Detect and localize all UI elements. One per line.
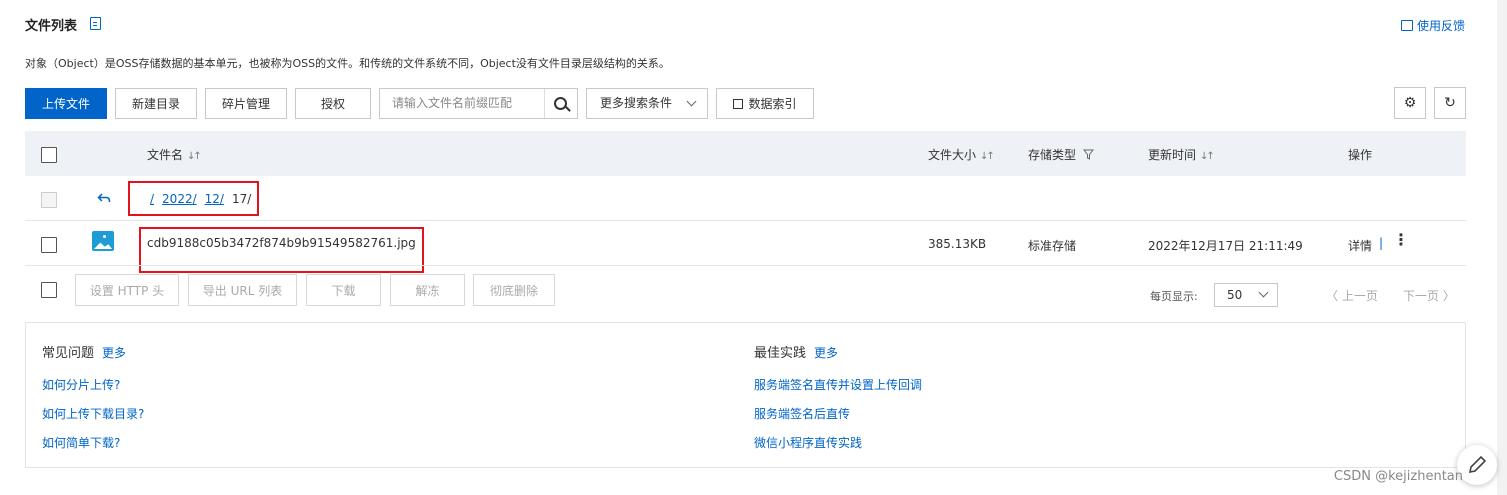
edit-fab[interactable]	[1457, 445, 1497, 485]
per-page-select[interactable]: 50	[1214, 283, 1278, 307]
column-name[interactable]: 文件名 ↓↑	[147, 146, 202, 163]
column-size-label: 文件大小	[928, 148, 977, 162]
scrollbar[interactable]	[1497, 0, 1507, 495]
chevron-down-icon	[1258, 287, 1269, 298]
next-page-button[interactable]: 下一页 〉	[1403, 287, 1455, 304]
new-directory-button[interactable]: 新建目录	[115, 88, 197, 119]
best-practice-item[interactable]: 服务端签名后直传	[754, 405, 850, 422]
settings-button[interactable]: ⚙	[1394, 87, 1426, 119]
refresh-button[interactable]: ↻	[1434, 87, 1466, 119]
image-file-icon	[92, 231, 114, 251]
permanent-delete-button[interactable]: 彻底删除	[473, 274, 555, 306]
refresh-icon: ↻	[1444, 95, 1456, 111]
gear-icon: ⚙	[1403, 95, 1417, 111]
faq-item[interactable]: 如何分片上传?	[42, 376, 120, 393]
file-storage-type: 标准存储	[1028, 239, 1077, 253]
download-button[interactable]: 下载	[306, 274, 381, 306]
best-practice-heading: 最佳实践 更多	[754, 342, 838, 361]
file-row-checkbox[interactable]	[41, 237, 57, 253]
table-header	[25, 131, 1466, 176]
prev-page-button[interactable]: 〈 上一页	[1326, 287, 1378, 304]
highlight-box-filename	[139, 227, 424, 273]
search-icon[interactable]	[545, 89, 577, 118]
faq-heading: 常见问题 更多	[42, 342, 126, 361]
highlight-box-breadcrumb	[128, 181, 259, 216]
data-index-label: 数据索引	[748, 97, 797, 111]
best-practice-title: 最佳实践	[754, 346, 807, 361]
per-page-value: 50	[1227, 288, 1243, 302]
watermark: CSDN @kejizhentan	[1333, 469, 1463, 484]
chevron-down-icon	[686, 96, 697, 107]
column-size[interactable]: 文件大小 ↓↑	[928, 146, 995, 163]
external-link-icon	[733, 98, 744, 109]
more-actions-icon[interactable]: ⋮	[1393, 232, 1409, 248]
feedback-icon	[1400, 20, 1413, 31]
feedback-label: 使用反馈	[1416, 19, 1465, 33]
bulk-select-checkbox[interactable]	[41, 282, 57, 298]
column-storage[interactable]: 存储类型	[1028, 146, 1094, 163]
file-size: 385.13KB	[928, 237, 987, 251]
feedback-link[interactable]: 使用反馈	[1400, 17, 1465, 34]
column-updated[interactable]: 更新时间 ↓↑	[1148, 146, 1215, 163]
column-storage-label: 存储类型	[1028, 148, 1077, 162]
upload-button[interactable]: 上传文件	[25, 88, 107, 119]
sort-icon[interactable]: ↓↑	[1200, 151, 1215, 162]
page-description: 对象（Object）是OSS存储数据的基本单元，也被称为OSS的文件。和传统的文…	[25, 57, 670, 70]
detail-link[interactable]: 详情	[1348, 237, 1372, 254]
per-page-label: 每页显示:	[1150, 290, 1198, 303]
best-practice-item[interactable]: 微信小程序直传实践	[754, 434, 862, 451]
prev-page-label: 上一页	[1341, 289, 1378, 303]
faq-item[interactable]: 如何简单下载?	[42, 434, 120, 451]
more-conditions-label: 更多搜索条件	[600, 96, 673, 110]
row-divider	[25, 220, 1466, 221]
page-title: 文件列表	[25, 19, 78, 34]
next-page-label: 下一页	[1403, 289, 1440, 303]
export-url-list-button[interactable]: 导出 URL 列表	[188, 274, 297, 306]
sort-icon[interactable]: ↓↑	[980, 151, 995, 162]
best-practice-item[interactable]: 服务端签名直传并设置上传回调	[754, 376, 922, 393]
set-http-header-button[interactable]: 设置 HTTP 头	[75, 274, 179, 306]
row-divider	[25, 265, 1466, 266]
select-all-checkbox[interactable]	[41, 147, 57, 163]
faq-title: 常见问题	[42, 346, 95, 361]
more-conditions-select[interactable]: 更多搜索条件	[586, 88, 708, 119]
back-arrow-icon[interactable]	[97, 191, 111, 205]
search-input[interactable]: 请输入文件名前缀匹配	[380, 89, 545, 118]
file-updated-time: 2022年12月17日 21:11:49	[1148, 239, 1303, 253]
fragment-management-button[interactable]: 碎片管理	[205, 88, 287, 119]
data-index-button[interactable]: 数据索引	[716, 88, 814, 119]
chevron-right-icon: 〉	[1442, 289, 1455, 303]
sort-icon[interactable]: ↓↑	[187, 151, 202, 162]
unfreeze-button[interactable]: 解冻	[390, 274, 465, 306]
faq-item[interactable]: 如何上传下载目录?	[42, 405, 144, 422]
best-practice-more-link[interactable]: 更多	[814, 346, 838, 360]
chevron-left-icon: 〈	[1326, 289, 1339, 303]
column-actions: 操作	[1348, 148, 1373, 162]
filter-icon[interactable]	[1082, 149, 1094, 160]
clipboard-icon[interactable]	[90, 17, 101, 30]
help-panel	[25, 322, 1466, 468]
authorize-button[interactable]: 授权	[295, 88, 371, 119]
pencil-icon	[1468, 455, 1487, 474]
search-box[interactable]: 请输入文件名前缀匹配	[379, 88, 578, 119]
breadcrumb-row-checkbox	[41, 192, 57, 208]
column-name-label: 文件名	[147, 148, 184, 162]
faq-more-link[interactable]: 更多	[102, 346, 126, 360]
action-separator: |	[1379, 236, 1384, 250]
column-updated-label: 更新时间	[1148, 148, 1197, 162]
